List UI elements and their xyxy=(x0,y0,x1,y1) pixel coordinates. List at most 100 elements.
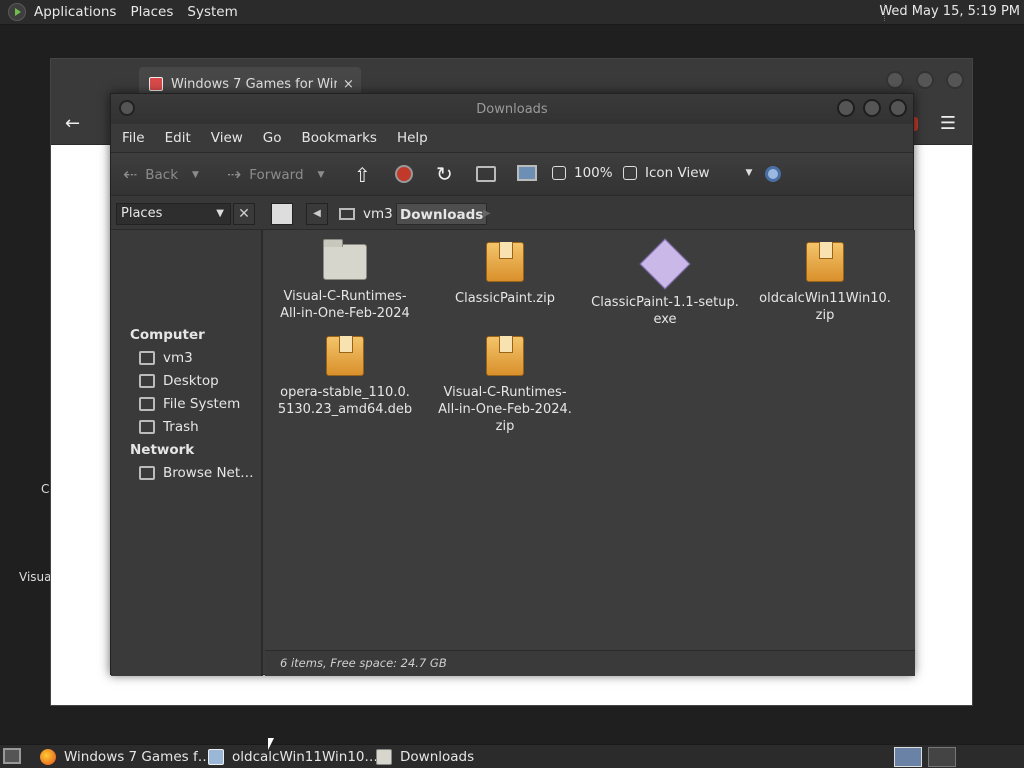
sidebar-item-label: Browse Net… xyxy=(163,465,254,481)
back-arrow-icon: ⇠ xyxy=(123,165,138,185)
forward-label: Forward xyxy=(249,167,304,183)
location-bar: Places ▼ ✕ ◀ vm3 Downloads ▶ xyxy=(111,196,913,230)
stop-icon xyxy=(395,165,413,183)
menu-view[interactable]: View xyxy=(211,130,243,146)
home-icon xyxy=(476,166,496,182)
side-pane-select[interactable]: Places ▼ xyxy=(116,203,231,225)
sidebar-item-file-system[interactable]: File System xyxy=(139,396,261,412)
file-item[interactable]: ClassicPaint.zip xyxy=(425,242,585,307)
task-downloads[interactable]: Downloads xyxy=(376,747,474,767)
task-archive[interactable]: oldcalcWin11Win10.… xyxy=(208,747,382,767)
archive-manager-icon xyxy=(208,749,224,765)
archive-icon xyxy=(326,336,364,376)
task-label: Downloads xyxy=(400,749,475,765)
file-item[interactable]: opera-stable_110.0. 5130.23_amd64.deb xyxy=(265,336,425,418)
file-name: ClassicPaint-1.1-setup. exe xyxy=(591,295,739,327)
folder-icon xyxy=(376,749,392,765)
sidebar-heading-network: Network xyxy=(130,442,195,458)
sidebar-item-vm3[interactable]: vm3 xyxy=(139,350,261,366)
file-name: Visual-C-Runtimes- All-in-One-Feb-2024 xyxy=(280,289,410,321)
reload-icon: ↻ xyxy=(436,162,453,186)
breadcrumb-vm3[interactable]: vm3 xyxy=(336,203,396,225)
places-sidebar: Computer vm3 Desktop File System Trash N… xyxy=(111,230,263,676)
file-item[interactable]: Visual-C-Runtimes- All-in-One-Feb-2024. … xyxy=(425,336,585,435)
file-item[interactable]: ClassicPaint-1.1-setup. exe xyxy=(585,238,745,328)
toolbar: ⇠ Back ▼ ⇢ Forward ▼ ⇧ ↻ 100% Icon View … xyxy=(111,152,913,196)
task-browser[interactable]: Windows 7 Games f… xyxy=(40,747,211,767)
file-name: ClassicPaint.zip xyxy=(455,291,555,306)
fm-titlebar[interactable]: Downloads xyxy=(111,94,913,124)
workspace-1[interactable] xyxy=(894,747,922,767)
workspace-2[interactable] xyxy=(928,747,956,767)
sidebar-item-label: File System xyxy=(163,396,241,412)
zoom-out-icon[interactable] xyxy=(552,166,566,180)
places-menu[interactable]: Places xyxy=(130,4,173,20)
desktop-icon-label[interactable]: Visua xyxy=(19,570,52,584)
applications-menu[interactable]: Applications xyxy=(34,4,116,20)
network-icon xyxy=(139,466,155,480)
trash-icon xyxy=(139,420,155,434)
tab-close-icon[interactable]: × xyxy=(343,77,354,92)
menu-file[interactable]: File xyxy=(122,130,145,146)
menu-edit[interactable]: Edit xyxy=(165,130,191,146)
view-mode-select[interactable]: Icon View ▼ xyxy=(645,165,752,181)
tab-title: Windows 7 Games for Windows xyxy=(171,76,337,92)
menu-help[interactable]: Help xyxy=(397,130,428,146)
chevron-down-icon[interactable]: ▼ xyxy=(192,170,199,180)
mouse-cursor xyxy=(268,738,274,750)
system-menu[interactable]: System xyxy=(187,4,237,20)
breadcrumb-downloads[interactable]: Downloads xyxy=(396,203,488,225)
minimize-button[interactable] xyxy=(886,71,904,89)
mate-menu-icon[interactable] xyxy=(8,3,26,21)
file-view[interactable]: Visual-C-Runtimes- All-in-One-Feb-2024 C… xyxy=(265,230,915,650)
menu-go[interactable]: Go xyxy=(263,130,282,146)
maximize-button[interactable] xyxy=(863,99,881,117)
hamburger-icon[interactable]: ☰ xyxy=(940,113,956,134)
file-item[interactable]: oldcalcWin11Win10. zip xyxy=(745,242,905,324)
task-label: oldcalcWin11Win10.… xyxy=(232,749,383,765)
arrow-left-icon[interactable]: ← xyxy=(65,113,80,134)
bottom-panel: Windows 7 Games f… oldcalcWin11Win10.… D… xyxy=(0,744,1024,768)
zoom-in-icon[interactable] xyxy=(622,166,637,180)
back-label: Back xyxy=(145,167,179,183)
search-icon xyxy=(765,166,781,182)
back-button[interactable]: ⇠ Back ▼ xyxy=(123,165,199,185)
home-button[interactable] xyxy=(476,166,496,182)
desktop-icon-label[interactable]: C xyxy=(41,482,49,496)
browser-window-controls xyxy=(886,71,964,89)
home-icon xyxy=(139,351,155,365)
menu-bookmarks[interactable]: Bookmarks xyxy=(302,130,377,146)
forward-arrow-icon: ⇢ xyxy=(227,165,242,185)
crumb-scroll-left-button[interactable]: ◀ xyxy=(306,203,328,225)
file-item[interactable]: Visual-C-Runtimes- All-in-One-Feb-2024 xyxy=(265,239,425,322)
sidebar-item-desktop[interactable]: Desktop xyxy=(139,373,261,389)
forward-button[interactable]: ⇢ Forward ▼ xyxy=(227,165,324,185)
minimize-button[interactable] xyxy=(837,99,855,117)
sidebar-item-label: Trash xyxy=(163,419,199,435)
drive-icon xyxy=(139,397,155,411)
search-button[interactable] xyxy=(765,166,781,182)
clock[interactable]: Wed May 15, 5:19 PM xyxy=(879,4,1020,19)
menubar: File Edit View Go Bookmarks Help xyxy=(111,124,913,152)
show-desktop-icon[interactable] xyxy=(3,748,21,764)
sidebar-item-trash[interactable]: Trash xyxy=(139,419,261,435)
close-button[interactable] xyxy=(946,71,964,89)
zoom-level[interactable]: 100% xyxy=(574,165,613,181)
close-button[interactable] xyxy=(889,99,907,117)
sidebar-item-browse-network[interactable]: Browse Net… xyxy=(139,465,261,481)
top-panel: Applications Places System Wed May 15, 5… xyxy=(0,0,1024,25)
up-button[interactable]: ⇧ xyxy=(354,163,379,187)
stop-button[interactable] xyxy=(395,165,413,183)
firefox-icon xyxy=(40,749,56,765)
toggle-location-entry-button[interactable] xyxy=(271,203,293,225)
desktop-icon xyxy=(139,374,155,388)
crumb-scroll-right-button[interactable]: ▶ xyxy=(483,208,491,219)
close-sidebar-button[interactable]: ✕ xyxy=(233,203,255,225)
window-title: Downloads xyxy=(476,102,548,117)
maximize-button[interactable] xyxy=(916,71,934,89)
chevron-down-icon[interactable]: ▼ xyxy=(318,170,325,180)
chevron-down-icon: ▼ xyxy=(745,168,753,178)
reload-button[interactable]: ↻ xyxy=(436,162,461,186)
computer-button[interactable] xyxy=(517,165,537,181)
up-arrow-icon: ⇧ xyxy=(354,163,371,187)
